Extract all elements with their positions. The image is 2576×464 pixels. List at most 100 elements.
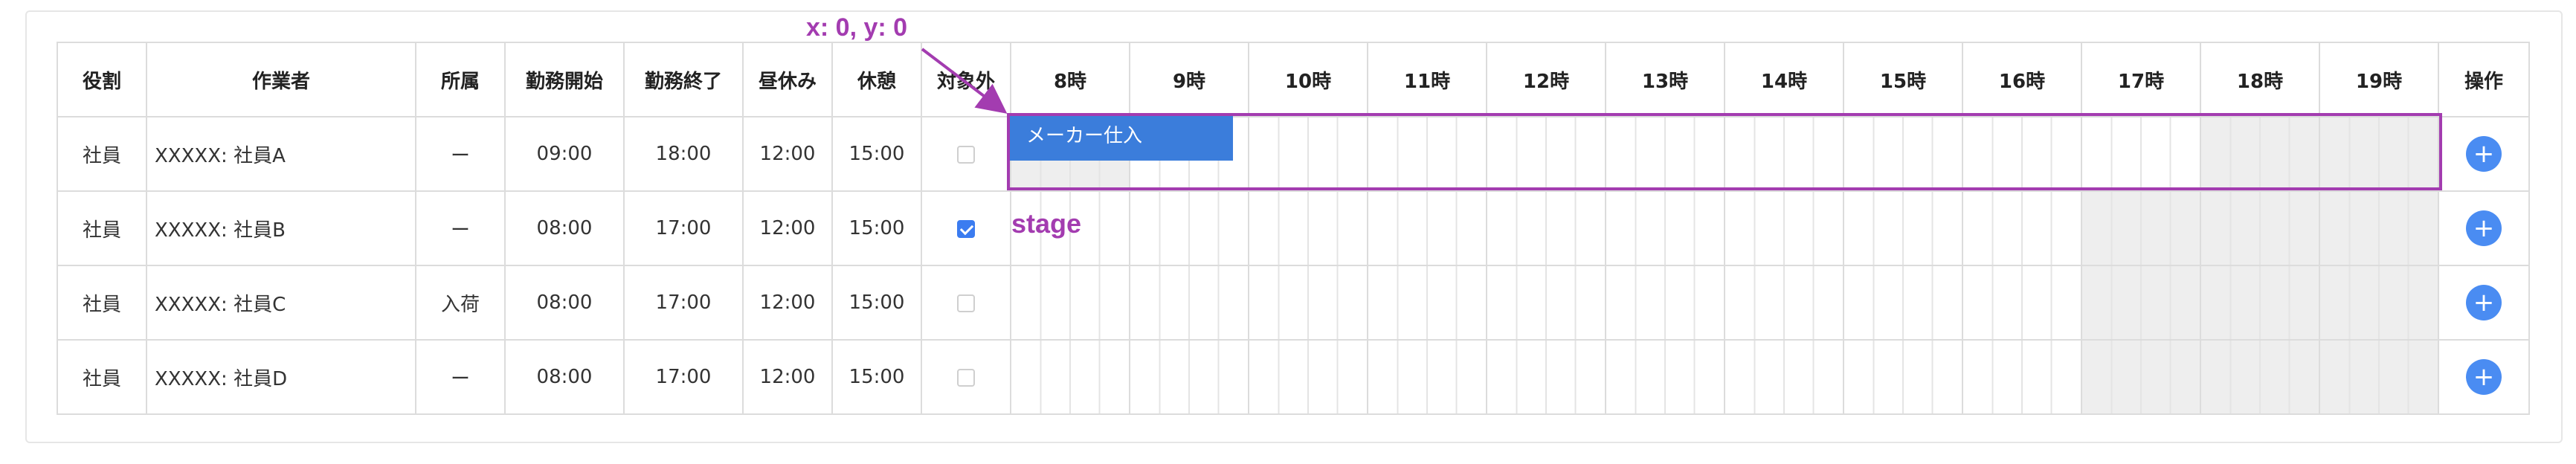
cell-action: +	[2438, 116, 2530, 192]
hour-cell[interactable]	[1843, 116, 1963, 192]
hour-cell-grid	[2320, 117, 2438, 190]
hour-cell-grid	[2201, 341, 2319, 413]
hour-cell[interactable]	[1724, 339, 1844, 415]
hour-cell-grid	[2201, 266, 2319, 339]
hour-cell[interactable]	[1962, 339, 2082, 415]
hour-cell-grid	[1754, 341, 1815, 413]
task-bar[interactable]: メーカー仕入	[1010, 116, 1233, 161]
hour-cell-grid	[1040, 266, 1101, 339]
hour-cell-grid	[1397, 341, 1458, 413]
cell-start: 09:00	[504, 116, 625, 192]
hour-cell[interactable]	[1367, 265, 1487, 341]
cell-end: 17:00	[623, 339, 744, 415]
hour-cell[interactable]	[1248, 339, 1368, 415]
hour-cell[interactable]	[1248, 265, 1368, 341]
hour-cell-grid	[1516, 192, 1577, 265]
hour-cell[interactable]	[1962, 190, 2082, 266]
hour-cell[interactable]	[1605, 265, 1725, 341]
hour-cell[interactable]	[1724, 265, 1844, 341]
hour-header: 8時	[1010, 42, 1130, 117]
hour-cell[interactable]	[2081, 116, 2201, 192]
hour-cell[interactable]	[2200, 339, 2320, 415]
col-header-exclude: 対象外	[921, 42, 1011, 117]
table-row: 社員 XXXXX: 社員C 入荷 08:00 17:00 12:00 15:00 +	[57, 265, 2530, 341]
hour-cell[interactable]	[1010, 339, 1130, 415]
cell-dept: ー	[415, 190, 506, 266]
hour-cell[interactable]	[2319, 116, 2439, 192]
cell-break: 15:00	[831, 190, 922, 266]
hour-cell[interactable]	[1486, 190, 1606, 266]
hour-cell[interactable]	[1486, 265, 1606, 341]
cell-exclude	[921, 190, 1011, 266]
cell-dept: ー	[415, 339, 506, 415]
cell-start: 08:00	[504, 339, 625, 415]
cell-worker: XXXXX: 社員B	[146, 190, 416, 266]
hour-cell[interactable]	[1248, 116, 1368, 192]
exclude-checkbox[interactable]	[957, 145, 975, 164]
hour-cell[interactable]	[1129, 339, 1249, 415]
hour-cell[interactable]	[2319, 265, 2439, 341]
col-header-action: 操作	[2438, 42, 2530, 117]
hour-cell[interactable]	[1010, 265, 1130, 341]
hour-cell[interactable]	[1605, 190, 1725, 266]
hour-cell-grid	[2320, 341, 2438, 413]
hour-header: 12時	[1486, 42, 1606, 117]
hour-cell-grid	[2082, 341, 2200, 413]
hour-cell-grid	[1991, 266, 2052, 339]
hour-cell[interactable]	[2081, 339, 2201, 415]
hour-cell[interactable]	[2319, 339, 2439, 415]
hour-cell[interactable]	[2319, 190, 2439, 266]
hour-cell[interactable]	[1962, 116, 2082, 192]
cell-worker: XXXXX: 社員A	[146, 116, 416, 192]
hour-cell[interactable]	[1843, 190, 1963, 266]
add-button[interactable]: +	[2466, 359, 2502, 395]
cell-exclude	[921, 265, 1011, 341]
cell-break: 15:00	[831, 265, 922, 341]
hour-cell[interactable]	[2200, 116, 2320, 192]
hour-cell[interactable]	[1962, 265, 2082, 341]
hour-cell[interactable]	[1129, 190, 1249, 266]
add-button[interactable]: +	[2466, 136, 2502, 172]
hour-cell-grid	[1159, 266, 1220, 339]
cell-end: 17:00	[623, 190, 744, 266]
hour-cell[interactable]	[2200, 265, 2320, 341]
hour-header: 17時	[2081, 42, 2201, 117]
col-header-lunch: 昼休み	[742, 42, 833, 117]
hour-cell[interactable]	[1486, 339, 1606, 415]
col-header-worker: 作業者	[146, 42, 416, 117]
hour-cell[interactable]	[1248, 190, 1368, 266]
cell-break: 15:00	[831, 339, 922, 415]
exclude-checkbox[interactable]	[957, 219, 975, 238]
hour-cell[interactable]	[1843, 265, 1963, 341]
hour-cell[interactable]	[1724, 190, 1844, 266]
hour-cell-grid	[1278, 117, 1339, 190]
cell-role: 社員	[57, 116, 147, 192]
hour-cell[interactable]	[2200, 190, 2320, 266]
hour-cell[interactable]	[1367, 116, 1487, 192]
hour-cell-grid	[2201, 192, 2319, 265]
cell-end: 17:00	[623, 265, 744, 341]
hour-cell-grid	[1754, 192, 1815, 265]
hour-header: 13時	[1605, 42, 1725, 117]
exclude-checkbox[interactable]	[957, 368, 975, 387]
exclude-checkbox[interactable]	[957, 294, 975, 312]
add-button[interactable]: +	[2466, 210, 2502, 246]
hour-cell-grid	[1159, 192, 1220, 265]
hour-cell[interactable]	[2081, 265, 2201, 341]
hour-cell[interactable]	[1129, 265, 1249, 341]
add-button[interactable]: +	[2466, 285, 2502, 320]
col-header-role: 役割	[57, 42, 147, 117]
hour-cell[interactable]	[1367, 190, 1487, 266]
cell-end: 18:00	[623, 116, 744, 192]
hour-cell[interactable]	[1843, 339, 1963, 415]
hour-cell-grid	[1635, 266, 1696, 339]
hour-cell[interactable]	[1367, 339, 1487, 415]
hour-cell[interactable]	[1605, 116, 1725, 192]
hour-cell[interactable]	[1486, 116, 1606, 192]
hour-cell[interactable]	[1605, 339, 1725, 415]
hour-cell-grid	[1278, 266, 1339, 339]
hour-cell-grid	[1397, 192, 1458, 265]
hour-cell[interactable]	[1724, 116, 1844, 192]
hour-cell[interactable]	[2081, 190, 2201, 266]
cell-action: +	[2438, 190, 2530, 266]
